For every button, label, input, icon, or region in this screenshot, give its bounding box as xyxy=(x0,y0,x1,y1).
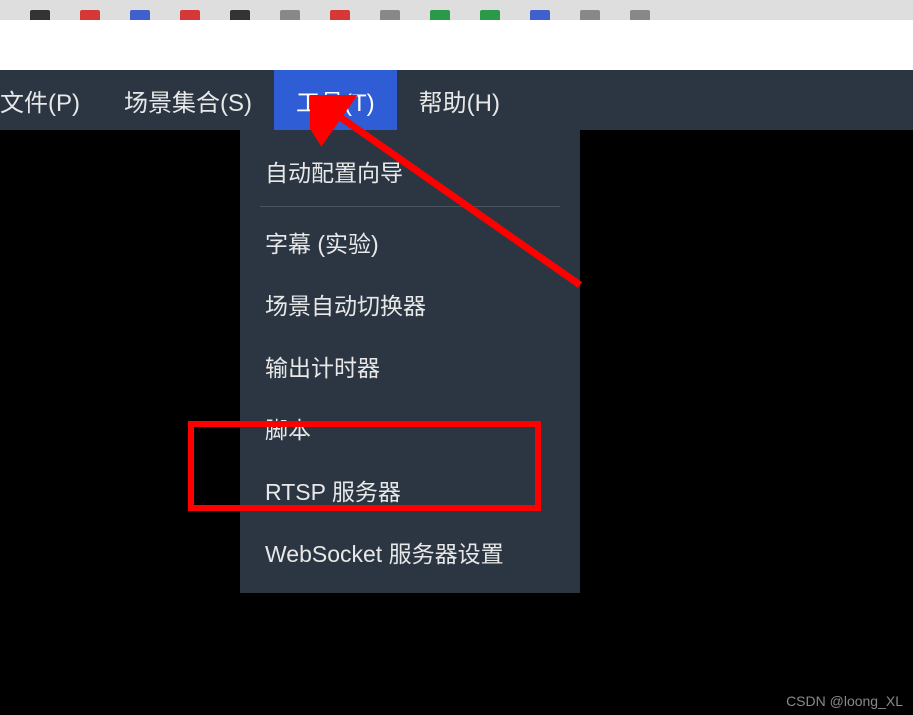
app-menubar: 文件(P) 场景集合(S) 工具(T) 帮助(H) xyxy=(0,70,913,130)
dropdown-item-output-timer[interactable]: 输出计时器 xyxy=(240,335,580,397)
menu-tools[interactable]: 工具(T) xyxy=(274,70,397,130)
menu-tools-label: 工具(T) xyxy=(296,83,375,118)
dropdown-item-label: RTSP 服务器 xyxy=(265,479,401,505)
dropdown-separator xyxy=(260,206,560,207)
menu-help-label: 帮助(H) xyxy=(419,83,500,118)
dropdown-item-label: 自动配置向导 xyxy=(265,160,403,186)
app-content: 自动配置向导 字幕 (实验) 场景自动切换器 输出计时器 脚本 RTSP 服务器… xyxy=(0,130,913,715)
dropdown-item-scene-switcher[interactable]: 场景自动切换器 xyxy=(240,273,580,335)
tab-icon xyxy=(230,10,250,20)
menu-scenes-label: 场景集合(S) xyxy=(124,83,252,118)
tab-icon xyxy=(330,10,350,20)
dropdown-item-scripts[interactable]: 脚本 xyxy=(240,397,580,459)
tab-icon xyxy=(130,10,150,20)
tab-icon xyxy=(80,10,100,20)
tab-icon xyxy=(630,10,650,20)
dropdown-item-subtitles[interactable]: 字幕 (实验) xyxy=(240,211,580,273)
dropdown-item-autoconfig[interactable]: 自动配置向导 xyxy=(240,140,580,202)
browser-tab-strip xyxy=(0,0,913,20)
menu-file[interactable]: 文件(P) xyxy=(0,70,102,130)
tab-icon xyxy=(530,10,550,20)
menu-help[interactable]: 帮助(H) xyxy=(397,70,522,130)
tab-icon xyxy=(430,10,450,20)
browser-address-area xyxy=(0,20,913,70)
dropdown-item-label: 字幕 (实验) xyxy=(265,231,379,257)
tab-icon xyxy=(580,10,600,20)
menu-file-label: 文件(P) xyxy=(0,83,80,118)
dropdown-item-label: 场景自动切换器 xyxy=(265,293,426,319)
menu-scenes[interactable]: 场景集合(S) xyxy=(102,70,274,130)
dropdown-item-label: WebSocket 服务器设置 xyxy=(265,541,504,567)
watermark-text: CSDN @loong_XL xyxy=(786,693,903,709)
tab-icon xyxy=(480,10,500,20)
dropdown-item-label: 输出计时器 xyxy=(265,355,380,381)
tab-icon xyxy=(30,10,50,20)
tab-icon xyxy=(280,10,300,20)
dropdown-item-websocket-settings[interactable]: WebSocket 服务器设置 xyxy=(240,521,580,583)
tab-icon xyxy=(180,10,200,20)
dropdown-item-rtsp-server[interactable]: RTSP 服务器 xyxy=(240,459,580,521)
dropdown-item-label: 脚本 xyxy=(265,417,311,443)
tab-icon xyxy=(380,10,400,20)
tools-dropdown: 自动配置向导 字幕 (实验) 场景自动切换器 输出计时器 脚本 RTSP 服务器… xyxy=(240,130,580,593)
